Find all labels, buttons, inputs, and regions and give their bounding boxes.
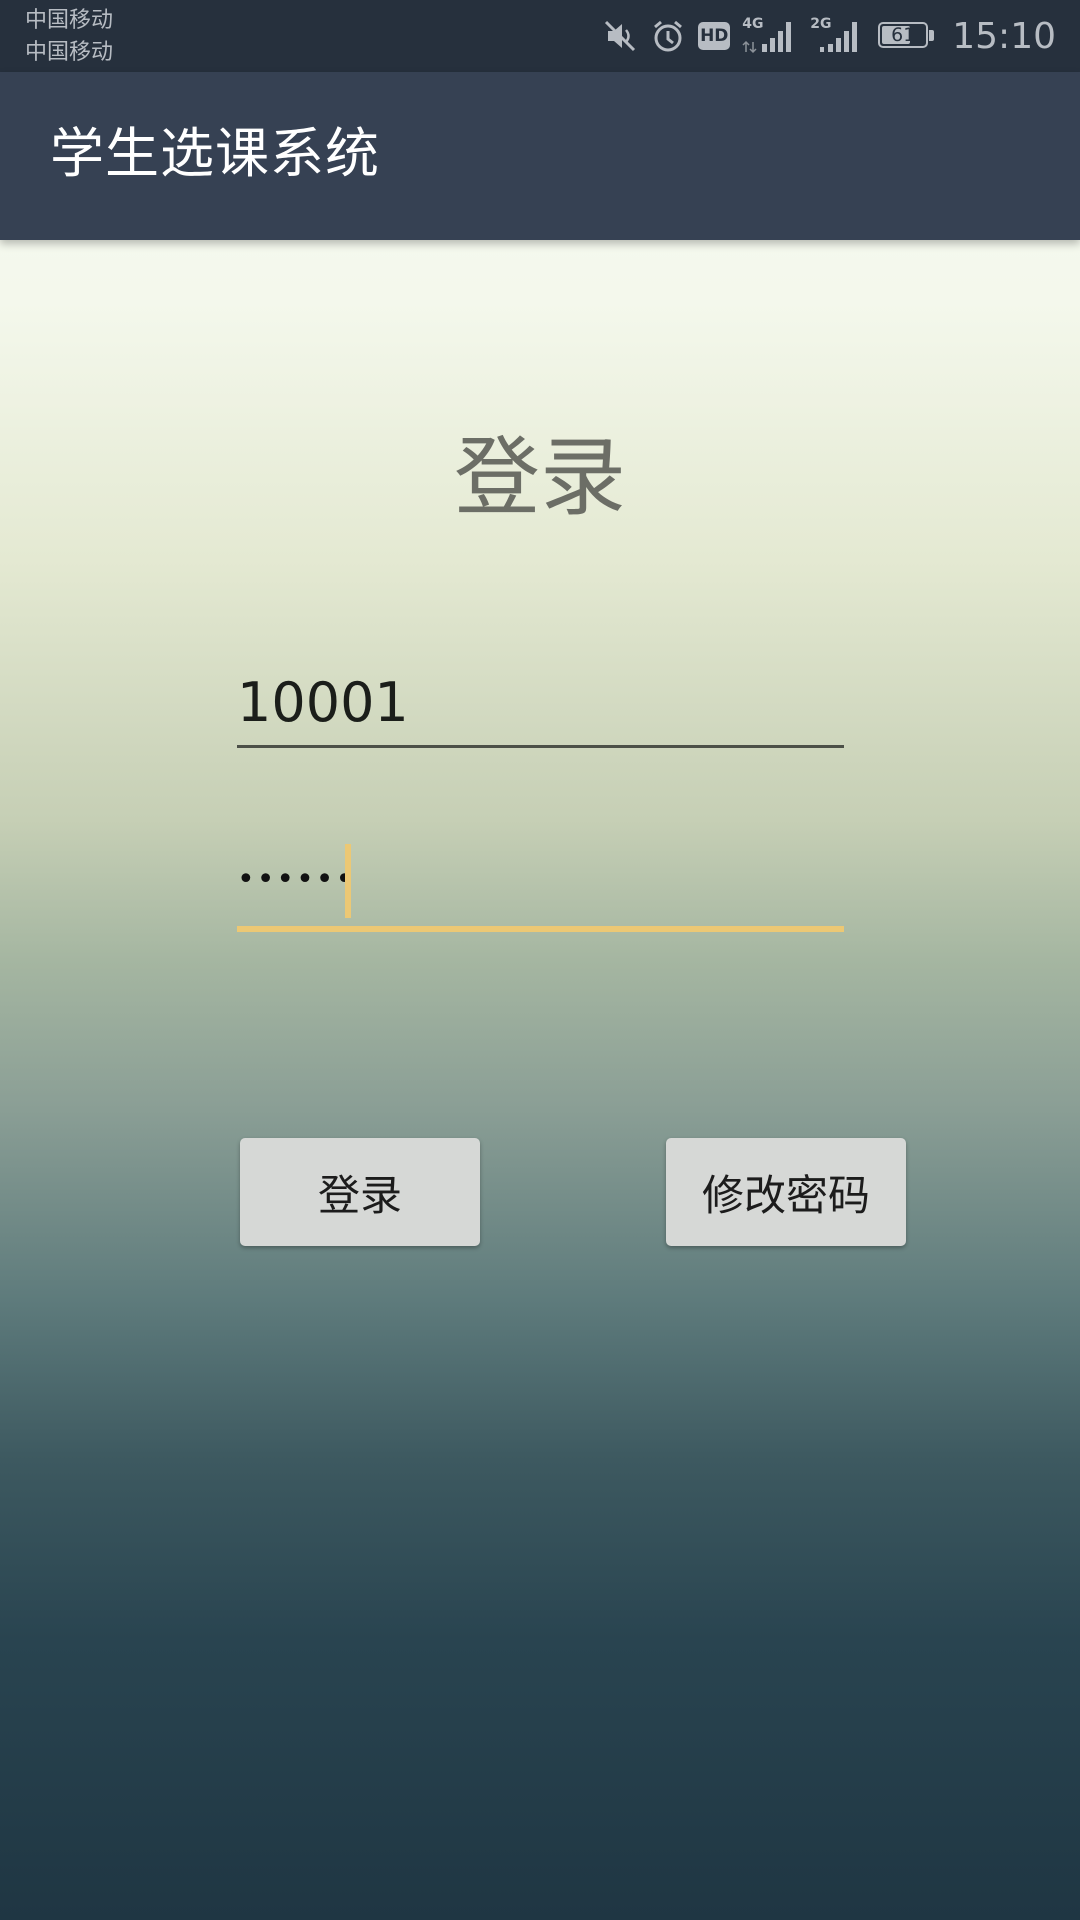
status-icons: HD 4G 2G 61 15:10	[602, 0, 1056, 72]
carrier-label-2: 中国移动	[25, 40, 114, 65]
app-title: 学生选课系统	[50, 122, 380, 185]
username-field[interactable]: 10001	[237, 660, 844, 748]
hd-icon: HD	[698, 22, 731, 50]
login-screen: 中国移动 中国移动 HD 4G 2G 61 15:10 学生选课系统 登录 10…	[0, 0, 1080, 1920]
signal-2g-icon: 2G	[810, 16, 866, 56]
battery-icon: 61	[878, 22, 936, 50]
password-field[interactable]: ••••••	[237, 840, 844, 932]
change-password-button[interactable]: 修改密码	[666, 1138, 906, 1246]
username-value: 10001	[237, 671, 409, 734]
carrier-label-1: 中国移动	[25, 8, 114, 33]
status-time: 15:10	[952, 15, 1056, 57]
login-heading: 登录	[454, 428, 626, 528]
battery-level: 61	[891, 24, 916, 46]
alarm-icon	[650, 18, 686, 54]
mute-icon	[602, 18, 638, 54]
password-mask: ••••••	[237, 862, 356, 897]
status-bar: 中国移动 中国移动 HD 4G 2G 61 15:10	[0, 0, 1080, 72]
signal-4g-icon: 4G	[742, 16, 798, 56]
login-button[interactable]: 登录	[240, 1138, 480, 1246]
text-cursor	[345, 844, 351, 918]
app-bar: 学生选课系统	[0, 72, 1080, 240]
